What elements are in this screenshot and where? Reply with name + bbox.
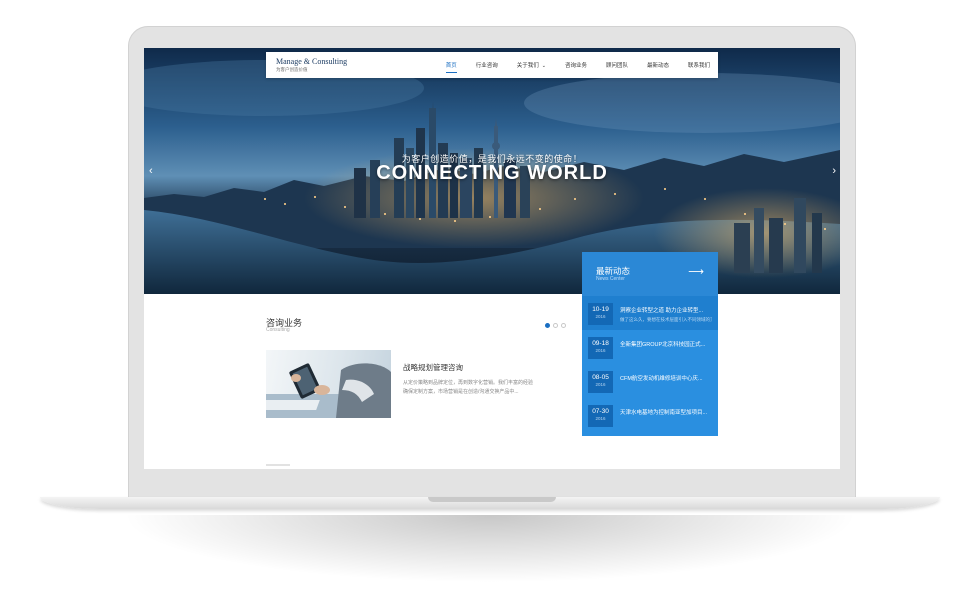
- news-panel: 最新动态 News Center ⟶ 10-19 2016 洞察企业转型之道 助…: [582, 252, 718, 436]
- nav-menu: 首页 行业咨询 关于我们 ⌄ 咨询业务 顾问团队 最新动态 联系我们: [427, 52, 710, 78]
- laptop-notch: [428, 497, 556, 502]
- news-item-desc: 做了这么久，要想在技术层面引入不同领域的顶尖...: [620, 317, 712, 322]
- nav-item-contact[interactable]: 联系我们: [688, 61, 710, 69]
- news-year: 2016: [595, 416, 606, 421]
- chevron-down-icon: ⌄: [541, 63, 546, 69]
- top-navbar: Manage & Consulting 为客户创造价值 首页 行业咨询 关于我们…: [266, 52, 718, 78]
- next-section-hint: [266, 464, 290, 466]
- consulting-section-subtitle: Consulting: [266, 327, 290, 333]
- news-item[interactable]: 10-19 2016 洞察企业转型之道 助力企业转型... 做了这么久，要想在技…: [582, 296, 718, 330]
- hero-banner: Manage & Consulting 为客户创造价值 首页 行业咨询 关于我们…: [144, 48, 840, 294]
- news-day: 07-30: [592, 408, 609, 415]
- news-item-title: CFM航空发动机维修培训中心庆...: [620, 376, 703, 382]
- news-year: 2016: [595, 314, 606, 319]
- nav-item-team[interactable]: 顾问团队: [606, 61, 628, 69]
- consulting-card-description: 从定价策略到品牌定位，再到数字化营销。我们丰富的经验确保定制方案，市场营销是在创…: [403, 380, 534, 395]
- consulting-card-image[interactable]: [266, 350, 391, 418]
- website-screen: Manage & Consulting 为客户创造价值 首页 行业咨询 关于我们…: [144, 48, 840, 469]
- carousel-dot-2[interactable]: [553, 323, 558, 328]
- carousel-dots: [545, 323, 569, 328]
- arrow-right-icon[interactable]: ⟶: [688, 265, 704, 278]
- nav-item-about[interactable]: 关于我们 ⌄: [517, 61, 546, 69]
- laptop-shadow: [110, 515, 870, 585]
- carousel-dot-1[interactable]: [545, 323, 550, 328]
- slider-next-button[interactable]: ›: [832, 165, 836, 177]
- news-date-box: 07-30 2016: [588, 405, 613, 427]
- news-header: 最新动态 News Center ⟶: [582, 252, 718, 296]
- news-day: 08-05: [592, 374, 609, 381]
- nav-item-services[interactable]: 咨询业务: [565, 61, 587, 69]
- news-item-title: 全新集团GROUP北京科技园正式...: [620, 342, 706, 348]
- news-item-title: 天津水电基地为控制南亚型加项目...: [620, 410, 708, 416]
- nav-item-about-label: 关于我们: [516, 63, 539, 69]
- nav-item-industry[interactable]: 行业咨询: [476, 61, 498, 69]
- news-item-title: 洞察企业转型之道 助力企业转型...: [620, 308, 704, 314]
- logo-title[interactable]: Manage & Consulting: [276, 57, 347, 66]
- businessman-tablet-photo: [266, 363, 391, 418]
- news-date-box: 08-05 2016: [588, 371, 613, 393]
- news-day: 10-19: [592, 306, 609, 313]
- news-item[interactable]: 07-30 2016 天津水电基地为控制南亚型加项目...: [582, 398, 718, 432]
- news-day: 09-18: [592, 340, 609, 347]
- news-item[interactable]: 09-18 2016 全新集团GROUP北京科技园正式...: [582, 330, 718, 364]
- slider-prev-button[interactable]: ‹: [149, 165, 153, 177]
- news-date-box: 10-19 2016: [588, 303, 613, 325]
- news-item[interactable]: 08-05 2016 CFM航空发动机维修培训中心庆...: [582, 364, 718, 398]
- news-subtitle: News Center: [596, 276, 625, 282]
- news-date-box: 09-18 2016: [588, 337, 613, 359]
- nav-item-home[interactable]: 首页: [445, 61, 457, 73]
- carousel-dot-3[interactable]: [561, 323, 566, 328]
- consulting-card-title[interactable]: 战略规划管理咨询: [403, 362, 463, 373]
- nav-item-news[interactable]: 最新动态: [647, 61, 669, 69]
- news-year: 2016: [595, 382, 606, 387]
- news-year: 2016: [595, 348, 606, 353]
- hero-title: CONNECTING WORLD: [376, 162, 608, 184]
- logo-subtitle: 为客户创造价值: [276, 67, 308, 72]
